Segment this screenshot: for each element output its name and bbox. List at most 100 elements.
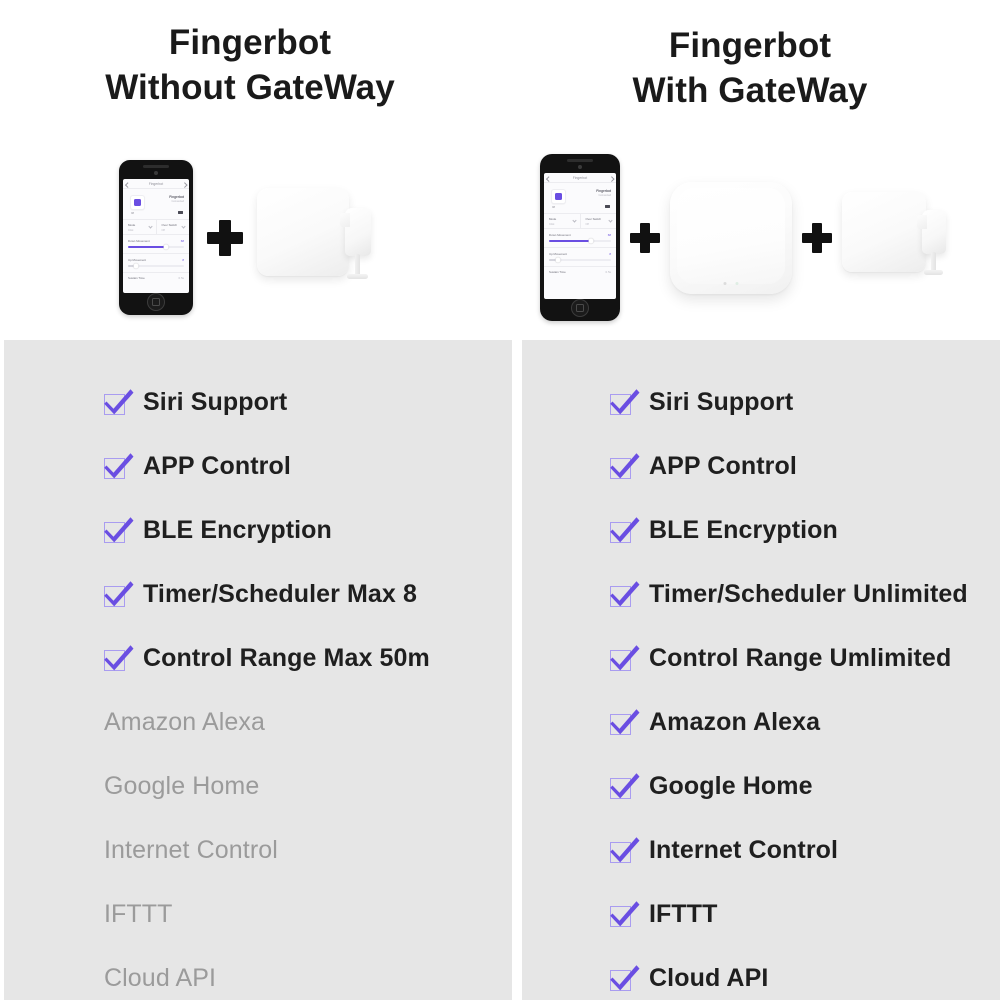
checkmark-icon (610, 452, 640, 479)
plus-icon (207, 219, 243, 256)
right-title-line1: Fingerbot (668, 26, 832, 65)
fingerbot-device (257, 184, 387, 292)
phone-speaker-icon (567, 159, 593, 162)
feature-label: IFTTT (104, 899, 173, 928)
feature-label: APP Control (143, 451, 291, 480)
app-down-movement-label: Down Movement (549, 233, 571, 237)
feature-label: Timer/Scheduler Max 8 (143, 579, 417, 608)
feature-row: Amazon Alexa (522, 704, 820, 740)
left-device-row: Fingerbot Fingerbot Connected 98 Mode Cl… (0, 150, 500, 325)
feature-row: Google Home (522, 768, 813, 804)
app-settings-row: Mode Click Over Switch Off (544, 214, 616, 229)
app-navbar: Fingerbot (123, 179, 189, 189)
app-navbar: Fingerbot (544, 173, 616, 183)
checkmark-icon (104, 644, 134, 671)
app-mode-label: Mode (128, 223, 136, 227)
hero-column-with-gateway: Fingerbot With GateWay Fingerbot Fingerb… (500, 0, 1000, 340)
app-up-movement-label: Up Movement (549, 251, 567, 256)
app-device-status: Connected (598, 194, 611, 197)
feature-row: IFTTT (4, 896, 173, 932)
checkmark-icon (104, 580, 134, 607)
feature-row: IFTTT (522, 896, 718, 932)
feature-row: Cloud API (522, 960, 768, 996)
phone-home-button-icon (571, 299, 589, 317)
app-down-movement-slider (549, 238, 611, 244)
checkmark-icon (610, 900, 640, 927)
feature-label: Internet Control (649, 835, 839, 864)
phone-speaker-icon (143, 165, 169, 168)
feature-label: APP Control (649, 451, 797, 480)
feature-label: Google Home (104, 771, 260, 800)
app-overswitch-cell: Over Switch Off (579, 214, 617, 228)
app-down-movement-label: Down Movement (128, 239, 150, 243)
feature-panel-with-gateway: Siri Support APP Control BLE Encryption Tim… (522, 340, 1000, 1000)
app-up-movement-slider (128, 263, 184, 269)
left-title: Fingerbot Without GateWay (0, 20, 500, 110)
feature-row: Timer/Scheduler Max 8 (4, 576, 417, 612)
app-sustain-time-label: Sustain Time (549, 269, 566, 274)
app-mode-cell: Mode Click (123, 220, 156, 234)
left-title-line2: Without GateWay (105, 68, 395, 107)
plus-icon (802, 222, 832, 253)
comparison-panels: Siri Support APP Control BLE Encryption Tim… (0, 340, 1000, 1000)
feature-row: APP Control (522, 448, 797, 484)
phone-with-app: Fingerbot Fingerbot Connected 98 Mode Cl… (119, 160, 193, 315)
checkmark-icon (610, 516, 640, 543)
feature-row: Timer/Scheduler Unlimited (522, 576, 968, 612)
comparison-infographic: Fingerbot Without GateWay Fingerbot Fing… (0, 0, 1000, 1000)
feature-label: Control Range Max 50m (143, 643, 430, 672)
checkmark-icon (610, 836, 640, 863)
app-battery-label: 98 (131, 211, 135, 215)
app-device-name: Fingerbot (596, 189, 611, 193)
battery-icon (178, 210, 183, 214)
feature-row: Siri Support (522, 384, 793, 420)
feature-label: BLE Encryption (143, 515, 332, 544)
app-mode-value: Click (549, 222, 555, 226)
checkmark-icon (610, 964, 640, 991)
app-mode-label: Mode (549, 217, 557, 221)
feature-row: APP Control (4, 448, 291, 484)
feature-label: IFTTT (649, 899, 718, 928)
app-mode-value: Click (128, 228, 134, 232)
hub-led-indicators-icon (723, 281, 739, 285)
feature-label: Amazon Alexa (649, 707, 821, 736)
app-navbar-title: Fingerbot (572, 175, 588, 180)
app-device-thumbnail-icon (130, 195, 145, 210)
checkmark-icon (610, 580, 640, 607)
app-down-movement-value: 68 (607, 233, 611, 237)
phone-home-button-icon (147, 293, 165, 311)
feature-label: BLE Encryption (649, 515, 838, 544)
app-down-movement-block: Down Movement 68 (123, 235, 189, 250)
feature-label: Control Range Umlimited (649, 643, 952, 672)
phone-camera-icon (578, 165, 582, 169)
plus-icon (630, 222, 660, 253)
feature-row: Siri Support (4, 384, 287, 420)
app-down-movement-value: 68 (180, 239, 184, 243)
right-device-row: Fingerbot Fingerbot Connected 98 Mode Cl… (500, 150, 1000, 325)
checkmark-icon (104, 516, 134, 543)
feature-label: Siri Support (143, 387, 288, 416)
app-up-movement-label: Up Movement (128, 257, 146, 262)
feature-panel-without-gateway: Siri Support APP Control BLE Encryption Tim… (4, 340, 512, 1000)
app-sustain-time-value: 0.5s (178, 275, 184, 280)
right-title: Fingerbot With GateWay (500, 23, 1000, 113)
checkmark-icon (610, 388, 640, 415)
feature-row: Control Range Umlimited (522, 640, 951, 676)
app-mode-cell: Mode Click (544, 214, 580, 228)
checkmark-icon (610, 644, 640, 671)
feature-row: Google Home (4, 768, 259, 804)
app-overswitch-cell: Over Switch Off (155, 220, 190, 234)
app-up-movement-block: Up Movement 8 (123, 254, 189, 269)
app-device-name: Fingerbot (169, 195, 184, 199)
checkmark-icon (104, 388, 134, 415)
hero-section: Fingerbot Without GateWay Fingerbot Fing… (0, 0, 1000, 340)
app-down-movement-block: Down Movement 68 (544, 229, 616, 244)
checkmark-icon (104, 452, 134, 479)
app-device-card: Fingerbot Connected 98 (123, 189, 189, 220)
feature-label: Cloud API (104, 963, 217, 992)
app-overswitch-label: Over Switch (161, 223, 178, 227)
feature-label: Internet Control (104, 835, 278, 864)
app-device-card: Fingerbot Connected 98 (544, 183, 616, 214)
checkmark-icon (610, 772, 640, 799)
app-settings-row: Mode Click Over Switch Off (123, 220, 189, 235)
